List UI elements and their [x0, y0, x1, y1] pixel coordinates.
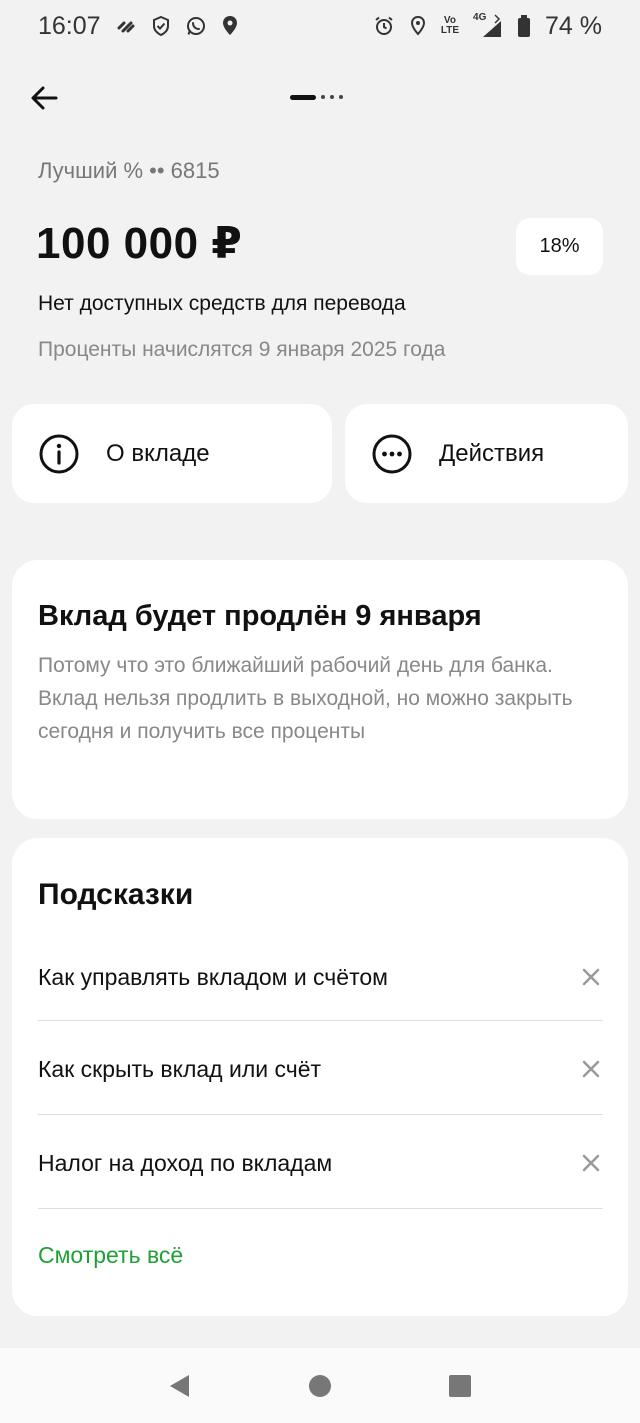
divider [38, 1208, 603, 1209]
status-time: 16:07 [38, 11, 101, 40]
renewal-info-card: Вклад будет продлён 9 января Потому что … [12, 560, 628, 819]
tips-title: Подсказки [38, 878, 194, 911]
nav-home-button[interactable] [300, 1366, 340, 1406]
tip-item[interactable]: Налог на доход по вкладам [38, 1116, 603, 1210]
location-outline-icon [409, 15, 427, 37]
about-deposit-label: О вкладе [106, 439, 210, 467]
status-bar-right: Vo LTE 4G 74 % [373, 12, 602, 41]
tip-item[interactable]: Как управлять вкладом и счётом [38, 930, 603, 1024]
chevrons-icon [115, 15, 137, 37]
shield-check-icon [151, 15, 171, 37]
more-icon [371, 433, 413, 475]
tip-item[interactable]: Как скрыть вклад или счёт [38, 1022, 603, 1116]
actions-label: Действия [439, 439, 545, 467]
square-recents-icon [449, 1374, 471, 1397]
account-note: Нет доступных средств для перевода [38, 292, 406, 315]
close-icon[interactable] [579, 1151, 603, 1175]
account-amount: 100 000 ₽ [36, 219, 243, 268]
page-indicator-dot [339, 95, 343, 99]
network-4g-label: 4G [473, 12, 487, 23]
tips-card: Подсказки Как управлять вкладом и счётом… [12, 838, 628, 1316]
rate-badge: 18% [516, 218, 603, 275]
alarm-icon [373, 15, 395, 37]
close-icon[interactable] [579, 965, 603, 989]
page-indicator [290, 90, 350, 104]
tip-item-label: Налог на доход по вкладам [38, 1149, 333, 1176]
interest-date-text: Проценты начислятся 9 января 2025 года [38, 338, 446, 361]
divider [38, 1114, 603, 1115]
circle-home-icon [309, 1374, 331, 1397]
nav-back-button[interactable] [160, 1366, 200, 1406]
page-indicator-active [290, 94, 316, 100]
signal-icon: 4G [473, 13, 503, 39]
divider [38, 1020, 603, 1021]
battery-icon [517, 14, 531, 38]
status-bar: 16:07 Vo LTE 4G 74 % [0, 0, 640, 52]
arrow-left-icon [31, 86, 58, 110]
battery-percent: 74 % [545, 11, 602, 40]
triangle-back-icon [170, 1374, 189, 1397]
status-bar-left: 16:07 [38, 12, 239, 41]
see-all-link[interactable]: Смотреть всё [38, 1242, 183, 1269]
lte-label: LTE [440, 25, 460, 36]
account-subtitle: Лучший % •• 6815 [38, 158, 220, 183]
actions-button[interactable]: Действия [345, 404, 628, 503]
screen: 16:07 Vo LTE 4G 74 % Лучший % •• 6815 10… [0, 0, 640, 1423]
about-deposit-button[interactable]: О вкладе [12, 404, 332, 503]
page-indicator-dot [330, 95, 334, 99]
nav-recents-button[interactable] [440, 1366, 480, 1406]
tip-item-label: Как скрыть вклад или счёт [38, 1055, 322, 1082]
info-icon [38, 433, 80, 475]
back-button[interactable] [26, 80, 62, 116]
volte-icon: Vo LTE [441, 16, 459, 36]
system-nav-bar [0, 1348, 640, 1423]
close-icon[interactable] [579, 1057, 603, 1081]
renewal-info-title: Вклад будет продлён 9 января [38, 600, 482, 632]
renewal-info-text: Потому что это ближайший рабочий день дл… [38, 654, 573, 743]
page-indicator-dot [321, 95, 325, 99]
tip-item-label: Как управлять вкладом и счётом [38, 963, 388, 990]
whatsapp-icon [185, 15, 207, 37]
location-pin-icon [221, 15, 239, 37]
